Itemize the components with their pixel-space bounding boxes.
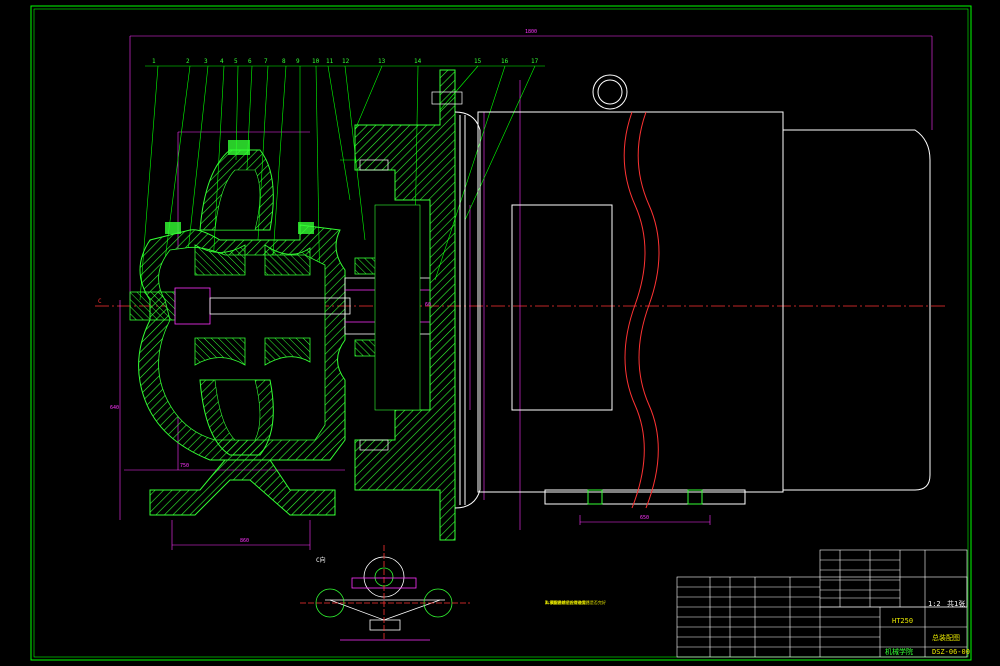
part-number: 7: [264, 58, 268, 65]
part-number: 2: [186, 58, 190, 65]
part-number: 16: [501, 58, 509, 65]
part-number: 9: [296, 58, 300, 65]
part-number: 4: [220, 58, 224, 65]
height-dimension-text: 640: [110, 405, 120, 411]
drawing-title: 总装配图: [932, 634, 960, 642]
part-number: 10: [312, 58, 320, 65]
pump-casing: [138, 140, 346, 516]
notes-line: 3.试压合格后方可使用: [545, 600, 586, 605]
drawing-code: DSZ-06-00: [932, 648, 970, 656]
part-number: 12: [342, 58, 350, 65]
cad-drawing-canvas: 1 2 3 4 5 6 7 8 9 10 11 12 13 14 15 16 1…: [0, 0, 1000, 666]
part-number: 13: [378, 58, 386, 65]
school-text: 机械学院: [885, 648, 913, 656]
part-number: 8: [282, 58, 286, 65]
motor-base-dimension-text: 650: [640, 515, 650, 521]
electric-motor: [454, 74, 931, 509]
part-number: 5: [234, 58, 238, 65]
part-number: 17: [531, 58, 539, 65]
scale-text: 1:2: [928, 600, 941, 608]
part-number: 15: [474, 58, 482, 65]
part-number: 1: [152, 58, 156, 65]
drawing-svg: [30, 5, 972, 661]
sheet-text: 共1张: [947, 600, 966, 608]
part-number: 11: [326, 58, 334, 65]
part-number: 14: [414, 58, 422, 65]
side-view-label: C向: [316, 557, 326, 564]
title-block-grid: [676, 549, 968, 658]
part-number: 6: [248, 58, 252, 65]
motor-bracket: [354, 69, 463, 541]
section-mark: C: [98, 298, 102, 305]
shaft-dimension-text: 60: [425, 302, 432, 308]
overall-dimension-text: 1800: [525, 29, 538, 35]
small-dimension-text: 750: [180, 463, 190, 469]
base-dimension-text: 860: [240, 538, 250, 544]
material-text: HT250: [892, 617, 914, 625]
part-number: 3: [204, 58, 208, 65]
